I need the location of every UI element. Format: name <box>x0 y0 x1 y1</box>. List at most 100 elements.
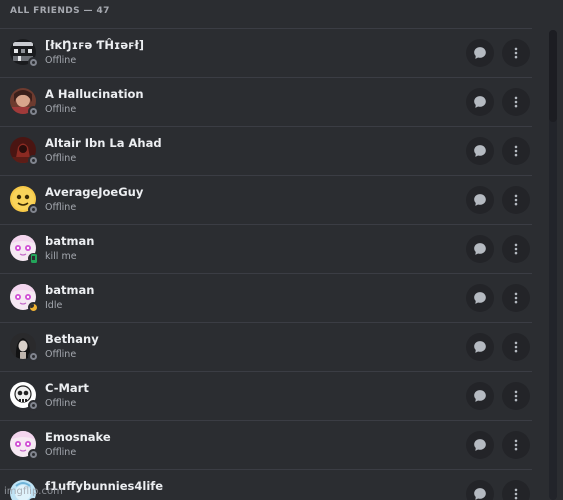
vertical-dots-icon <box>514 292 518 304</box>
friend-status-text: kill me <box>45 251 77 262</box>
chat-bubble-icon <box>474 488 486 500</box>
offline-status-icon <box>30 402 37 409</box>
chat-bubble-icon <box>474 243 486 255</box>
status-indicator <box>28 253 39 264</box>
vertical-dots-icon <box>514 145 518 157</box>
scrollbar-thumb[interactable] <box>549 30 557 122</box>
chat-bubble-icon <box>474 292 486 304</box>
vertical-dots-icon <box>514 439 518 451</box>
friend-status-text: Offline <box>45 202 77 213</box>
friends-list: [łĸŊɪꜰə ƬĤɪəꜰł] Offline A Hallucination Off… <box>0 28 532 500</box>
friend-row[interactable]: [łĸŊɪꜰə ƬĤɪəꜰł] Offline <box>0 28 532 77</box>
friend-status-text: Offline <box>45 153 77 164</box>
friend-row[interactable]: AverageJoeGuy Offline <box>0 175 532 224</box>
vertical-dots-icon <box>514 390 518 402</box>
more-options-button[interactable] <box>502 186 530 214</box>
friend-row[interactable]: Bethany Offline <box>0 322 532 371</box>
friends-list-header: ALL FRIENDS — 47 <box>10 6 110 16</box>
chat-bubble-icon <box>474 439 486 451</box>
avatar-wrapper[interactable] <box>10 382 39 411</box>
friend-name: Emosnake <box>45 430 111 444</box>
more-options-button[interactable] <box>502 382 530 410</box>
friend-row[interactable]: A Hallucination Offline <box>0 77 532 126</box>
status-indicator <box>28 106 39 117</box>
friend-row[interactable]: Altair Ibn La Ahad Offline <box>0 126 532 175</box>
message-button[interactable] <box>466 284 494 312</box>
more-options-button[interactable] <box>502 431 530 459</box>
friend-status-text: Idle <box>45 300 63 311</box>
message-button[interactable] <box>466 137 494 165</box>
message-button[interactable] <box>466 39 494 67</box>
friend-name: [łĸŊɪꜰə ƬĤɪəꜰł] <box>45 38 145 52</box>
friend-status-text: Offline <box>45 398 77 409</box>
friend-row[interactable]: batman Idle <box>0 273 532 322</box>
status-indicator <box>28 204 39 215</box>
avatar-wrapper[interactable] <box>10 235 39 264</box>
avatar-wrapper[interactable] <box>10 39 39 68</box>
message-button[interactable] <box>466 235 494 263</box>
friend-status-text: Offline <box>45 55 77 66</box>
friend-name: C-Mart <box>45 381 89 395</box>
vertical-dots-icon <box>514 47 518 59</box>
chat-bubble-icon <box>474 194 486 206</box>
friends-panel: ALL FRIENDS — 47 [łĸŊɪꜰə ƬĤɪəꜰł] Offline A… <box>0 0 563 500</box>
chat-bubble-icon <box>474 145 486 157</box>
message-button[interactable] <box>466 382 494 410</box>
friend-row[interactable]: f1uffybunnies4life <box>0 469 532 500</box>
status-indicator <box>28 155 39 166</box>
friend-status-text: Offline <box>45 447 77 458</box>
avatar-wrapper[interactable] <box>10 88 39 117</box>
chat-bubble-icon <box>474 47 486 59</box>
friend-row[interactable]: Emosnake Offline <box>0 420 532 469</box>
friend-row[interactable]: C-Mart Offline <box>0 371 532 420</box>
chat-bubble-icon <box>474 341 486 353</box>
scrollbar-track[interactable] <box>549 30 557 500</box>
offline-status-icon <box>30 451 37 458</box>
message-button[interactable] <box>466 88 494 116</box>
status-indicator <box>28 351 39 362</box>
offline-status-icon <box>30 206 37 213</box>
friend-name: batman <box>45 234 95 248</box>
more-options-button[interactable] <box>502 284 530 312</box>
friend-status-text: Offline <box>45 104 77 115</box>
vertical-dots-icon <box>514 194 518 206</box>
more-options-button[interactable] <box>502 88 530 116</box>
vertical-dots-icon <box>514 96 518 108</box>
avatar-wrapper[interactable] <box>10 137 39 166</box>
vertical-dots-icon <box>514 243 518 255</box>
status-indicator <box>28 57 39 68</box>
chat-bubble-icon <box>474 96 486 108</box>
offline-status-icon <box>30 59 37 66</box>
message-button[interactable] <box>466 480 494 500</box>
offline-status-icon <box>30 157 37 164</box>
watermark-text: imgflip.com <box>4 486 63 497</box>
chat-bubble-icon <box>474 390 486 402</box>
message-button[interactable] <box>466 333 494 361</box>
avatar-wrapper[interactable] <box>10 284 39 313</box>
friend-name: AverageJoeGuy <box>45 185 144 199</box>
avatar-wrapper[interactable] <box>10 431 39 460</box>
more-options-button[interactable] <box>502 137 530 165</box>
friend-status-text: Offline <box>45 349 77 360</box>
more-options-button[interactable] <box>502 235 530 263</box>
vertical-dots-icon <box>514 341 518 353</box>
vertical-dots-icon <box>514 488 518 500</box>
idle-moon-icon <box>30 304 37 311</box>
mobile-status-icon <box>30 254 37 263</box>
friend-row[interactable]: batman kill me <box>0 224 532 273</box>
friend-name: Altair Ibn La Ahad <box>45 136 162 150</box>
avatar-wrapper[interactable] <box>10 186 39 215</box>
friend-name: batman <box>45 283 95 297</box>
offline-status-icon <box>30 108 37 115</box>
more-options-button[interactable] <box>502 333 530 361</box>
status-indicator <box>28 302 39 313</box>
friend-name: A Hallucination <box>45 87 144 101</box>
more-options-button[interactable] <box>502 480 530 500</box>
message-button[interactable] <box>466 186 494 214</box>
message-button[interactable] <box>466 431 494 459</box>
status-indicator <box>28 449 39 460</box>
friend-name: Bethany <box>45 332 99 346</box>
offline-status-icon <box>30 353 37 360</box>
avatar-wrapper[interactable] <box>10 333 39 362</box>
more-options-button[interactable] <box>502 39 530 67</box>
